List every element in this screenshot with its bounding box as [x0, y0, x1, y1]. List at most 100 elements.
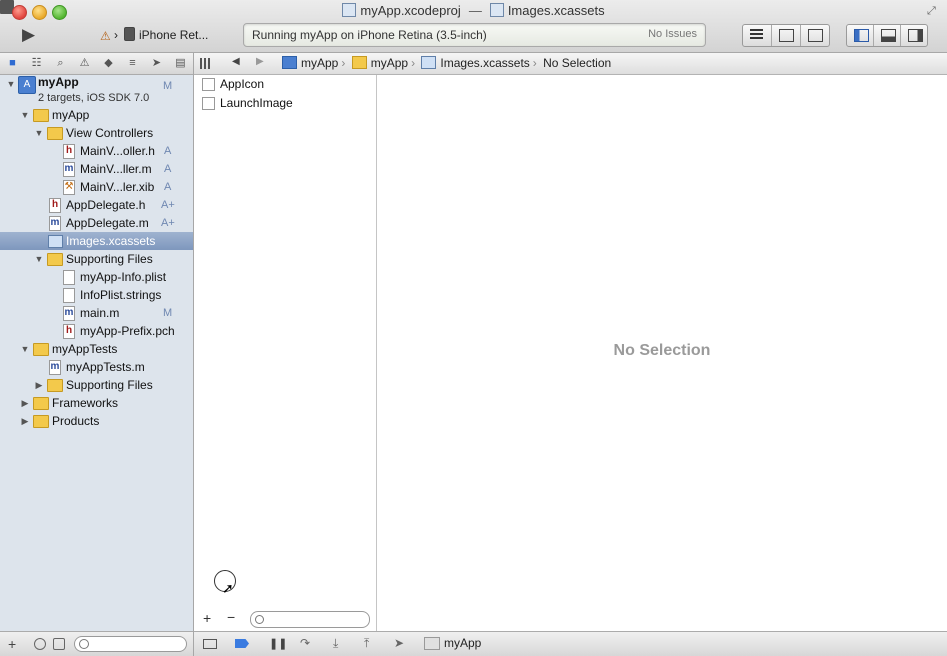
go-back-icon[interactable]: ◀ — [232, 56, 240, 67]
breakpoint-navigator-tab-icon[interactable]: ➤ — [150, 57, 163, 69]
scm-status-badge: A — [164, 163, 172, 175]
disclosure-expanded-icon[interactable]: ▼ — [34, 250, 44, 268]
tree-row-folder[interactable]: ▶ Supporting Files — [0, 376, 193, 394]
folder-icon — [33, 343, 49, 356]
tree-row-folder[interactable]: ▼ myApp — [0, 106, 193, 124]
tree-row-project[interactable]: ▼ A myApp 2 targets, iOS SDK 7.0 M — [0, 75, 193, 107]
symbol-navigator-tab-icon[interactable]: ☷ — [30, 57, 43, 69]
folder-icon — [47, 253, 63, 266]
breadcrumb-chevron-icon: › — [411, 56, 416, 70]
tree-row-folder[interactable]: ▼ View Controllers — [0, 124, 193, 142]
tree-row-selected[interactable]: Images.xcassets — [0, 232, 193, 250]
asset-set-row[interactable]: LaunchImage — [202, 94, 293, 112]
related-items-icon[interactable] — [200, 58, 211, 69]
tree-item-label: Images.xcassets — [66, 234, 156, 248]
tree-row-folder[interactable]: ▼ Supporting Files — [0, 250, 193, 268]
toggle-debug-area-button[interactable] — [874, 25, 901, 46]
fullscreen-icon[interactable]: ⤢ — [927, 5, 939, 17]
tree-item-label: myApp-Info.plist — [80, 270, 167, 284]
tree-row-folder[interactable]: ▶ Frameworks — [0, 394, 193, 412]
view-toggle-control[interactable] — [846, 24, 928, 47]
test-navigator-tab-icon[interactable]: ◆ — [102, 57, 115, 69]
standard-editor-icon — [750, 29, 763, 40]
project-navigator: ■ ☷ ⌕ ⚠ ◆ ≡ ➤ ▤ ▼ A myApp 2 targets, iOS… — [0, 53, 194, 656]
breakpoints-toggle-icon[interactable] — [235, 639, 249, 648]
tree-row-file[interactable]: h AppDelegate.h A+ — [0, 196, 193, 214]
run-button[interactable]: ▶ — [22, 25, 42, 45]
toggle-utilities-button[interactable] — [901, 25, 927, 46]
add-asset-button[interactable]: + — [203, 610, 211, 626]
tree-row-file[interactable]: h myApp-Prefix.pch — [0, 322, 193, 340]
tree-row-folder[interactable]: ▼ myAppTests — [0, 340, 193, 358]
scheme-selector[interactable]: ⚠ › iPhone Ret... — [100, 26, 236, 44]
breadcrumb-group[interactable]: myApp — [351, 56, 408, 70]
hide-debug-area-icon[interactable] — [203, 639, 217, 649]
step-out-icon[interactable]: ⤒ — [364, 636, 369, 651]
assistant-editor-icon — [779, 29, 794, 42]
project-navigator-tab-icon[interactable]: ■ — [6, 57, 19, 69]
tree-row-file[interactable]: m AppDelegate.m A+ — [0, 214, 193, 232]
step-into-icon[interactable]: ⤓ — [333, 636, 338, 651]
asset-set-row[interactable]: AppIcon — [202, 75, 264, 93]
disclosure-expanded-icon[interactable]: ▼ — [6, 75, 16, 93]
debug-navigator-tab-icon[interactable]: ≡ — [126, 57, 139, 69]
navigator-filter-field[interactable] — [74, 636, 187, 652]
folder-icon — [33, 397, 49, 410]
tree-row-file[interactable]: m myAppTests.m — [0, 358, 193, 376]
disclosure-expanded-icon[interactable]: ▼ — [20, 340, 30, 358]
mouse-pointer-icon: ➚ — [222, 580, 234, 596]
breadcrumb-file[interactable]: Images.xcassets — [421, 56, 530, 70]
remove-asset-button[interactable]: − — [227, 609, 235, 625]
breadcrumb-chevron-icon: › — [532, 56, 537, 70]
editor-mode-control[interactable] — [742, 24, 830, 47]
log-navigator-tab-icon[interactable]: ▤ — [174, 57, 187, 69]
tree-row-file[interactable]: InfoPlist.strings — [0, 286, 193, 304]
window-title-separator: — — [468, 3, 482, 18]
breadcrumb-project[interactable]: myApp — [282, 56, 338, 70]
simulate-location-icon[interactable]: ➤ — [394, 636, 404, 650]
assistant-editor-button[interactable] — [772, 25, 801, 46]
window-title-project: myApp.xcodeproj — [360, 3, 461, 18]
add-file-button[interactable]: + — [8, 636, 16, 652]
debug-target-label[interactable]: myApp — [444, 636, 481, 650]
tree-row-folder[interactable]: ▶ Products — [0, 412, 193, 430]
search-navigator-tab-icon[interactable]: ⌕ — [54, 57, 67, 69]
tree-row-file[interactable]: h MainV...oller.h A — [0, 142, 193, 160]
tree-item-label: MainV...oller.h — [80, 144, 155, 158]
issue-navigator-tab-icon[interactable]: ⚠ — [78, 57, 91, 69]
toggle-navigator-button[interactable] — [847, 25, 874, 46]
tree-row-file[interactable]: myApp-Info.plist — [0, 268, 193, 286]
implementation-file-icon: m — [63, 162, 75, 177]
window-title-file: Images.xcassets — [507, 3, 605, 18]
version-editor-button[interactable] — [801, 25, 829, 46]
step-over-icon[interactable]: ↷ — [300, 636, 310, 650]
tree-row-file[interactable]: m main.m M — [0, 304, 193, 322]
xcode-window: myApp.xcodeproj — Images.xcassets ⤢ ▶ ⚠ › iP… — [0, 0, 947, 656]
tree-row-file[interactable]: m MainV...ller.m A — [0, 160, 193, 178]
disclosure-expanded-icon[interactable]: ▼ — [20, 106, 30, 124]
disclosure-collapsed-icon[interactable]: ▶ — [20, 412, 30, 430]
jump-bar: ◀ ▶ myApp › myApp › Images.xcassets › No Se… — [194, 53, 947, 75]
pause-icon[interactable]: ❚❚ — [269, 637, 287, 650]
implementation-file-icon: m — [63, 306, 75, 321]
empty-selection-message: No Selection — [613, 342, 711, 359]
tree-row-file[interactable]: ⚒ MainV...ler.xib A — [0, 178, 193, 196]
search-icon — [79, 639, 89, 649]
recent-files-filter-icon[interactable] — [34, 638, 46, 650]
disclosure-collapsed-icon[interactable]: ▶ — [20, 394, 30, 412]
tree-item-label: AppDelegate.m — [66, 216, 149, 230]
scm-status-badge: M — [163, 307, 173, 319]
scm-filter-icon[interactable] — [53, 638, 65, 650]
breadcrumb-selection[interactable]: No Selection — [543, 56, 611, 70]
navigator-filter-bar: + — [0, 631, 193, 656]
disclosure-collapsed-icon[interactable]: ▶ — [34, 376, 44, 394]
breadcrumb-chevron-icon: › — [341, 56, 346, 70]
window-toolbar: myApp.xcodeproj — Images.xcassets ⤢ ▶ ⚠ › iP… — [0, 0, 947, 53]
xcode-project-icon — [282, 56, 297, 69]
standard-editor-button[interactable] — [743, 25, 772, 46]
asset-filter-field[interactable] — [250, 611, 370, 628]
navigator-tabs: ■ ☷ ⌕ ⚠ ◆ ≡ ➤ ▤ — [0, 53, 193, 75]
go-forward-icon[interactable]: ▶ — [256, 56, 264, 67]
disclosure-expanded-icon[interactable]: ▼ — [34, 124, 44, 142]
issues-label[interactable]: No Issues — [648, 28, 697, 40]
